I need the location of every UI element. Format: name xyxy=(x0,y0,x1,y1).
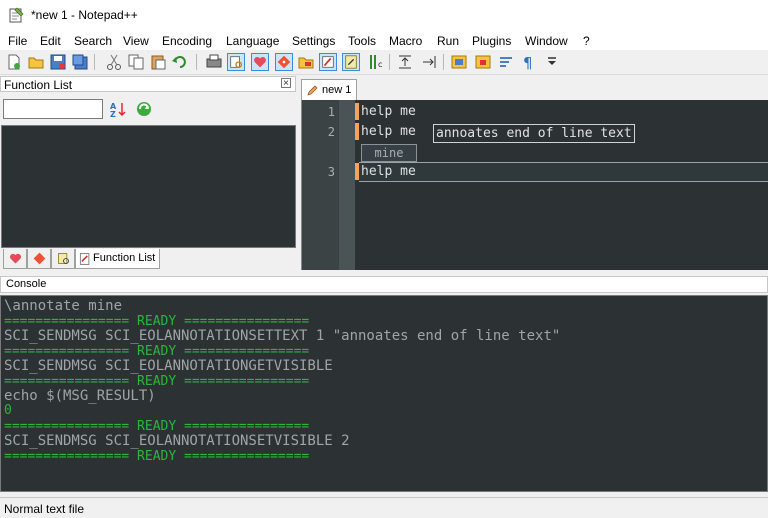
change-marker xyxy=(355,123,359,140)
close-icon[interactable]: × xyxy=(281,78,291,89)
console-line: echo $(MSG_RESULT) xyxy=(4,388,156,404)
tab-function-list-label: Function List xyxy=(93,252,156,264)
notepadpp-app-icon xyxy=(9,7,24,23)
reload-icon[interactable] xyxy=(135,100,153,118)
toolbar-separator xyxy=(94,54,95,70)
pilcrow-icon[interactable]: ¶ xyxy=(519,53,537,71)
undo-icon[interactable] xyxy=(171,53,189,71)
console-line: \annotate mine xyxy=(4,298,123,314)
function-list-search-input[interactable] xyxy=(3,99,103,119)
print-icon[interactable] xyxy=(205,53,223,71)
change-marker xyxy=(355,163,359,180)
menu-bar: File Edit Search View Encoding Language … xyxy=(0,31,768,50)
code-line[interactable]: help me xyxy=(361,104,416,119)
menu-tools[interactable]: Tools xyxy=(348,34,376,48)
editor-tab-bar: new 1 xyxy=(299,76,768,100)
console-line: SCI_SENDMSG SCI_EOLANNOTATIONSETVISIBLE … xyxy=(4,433,350,449)
console-header: Console xyxy=(0,276,768,293)
function-list-tree[interactable] xyxy=(1,125,296,248)
current-line-bottom-border xyxy=(359,181,768,182)
editor-tab-new-1[interactable]: new 1 xyxy=(301,79,357,100)
console-line: SCI_SENDMSG SCI_EOLANNOTATIONGETVISIBLE xyxy=(4,358,333,374)
menu-plugins[interactable]: Plugins xyxy=(472,34,511,48)
editor-area[interactable]: 1 help me 2 help me annoates end of line… xyxy=(301,100,768,270)
line-number: 3 xyxy=(327,165,335,179)
pencil-icon xyxy=(307,85,318,96)
menu-settings[interactable]: Settings xyxy=(292,34,335,48)
console-line: 0 xyxy=(4,403,12,418)
tab-git[interactable] xyxy=(27,249,51,269)
column-editor-icon[interactable]: c xyxy=(367,53,385,71)
folder-workspace-icon[interactable] xyxy=(297,53,315,71)
line-number: 2 xyxy=(327,125,335,139)
open-file-icon[interactable] xyxy=(27,53,45,71)
line-annotation: mine xyxy=(361,144,417,162)
svg-text:¶: ¶ xyxy=(523,54,533,71)
change-marker xyxy=(355,103,359,120)
console-title: Console xyxy=(6,278,47,290)
eol-annotation: annoates end of line text xyxy=(433,124,635,143)
chevron-down-icon[interactable] xyxy=(543,53,561,71)
code-line[interactable]: help me xyxy=(361,164,416,179)
window-title: *new 1 - Notepad++ xyxy=(31,8,138,22)
line-number: 1 xyxy=(327,105,335,119)
save-all-icon[interactable] xyxy=(71,53,89,71)
sort-icon[interactable]: AZ xyxy=(109,100,127,118)
menu-file[interactable]: File xyxy=(8,34,27,48)
function-list-toggle-icon[interactable] xyxy=(227,53,245,71)
cut-icon[interactable] xyxy=(105,53,123,71)
menu-encoding[interactable]: Encoding xyxy=(162,34,212,48)
copy-icon[interactable] xyxy=(127,53,145,71)
stop-macro-icon[interactable] xyxy=(474,53,492,71)
monitoring-icon[interactable] xyxy=(319,53,337,71)
tab-favorites[interactable] xyxy=(3,249,27,269)
status-file-type: Normal text file xyxy=(4,502,85,516)
menu-edit[interactable]: Edit xyxy=(40,34,61,48)
current-line-highlight xyxy=(359,162,768,182)
console-output[interactable]: \annotate mine ================ READY ==… xyxy=(0,295,768,492)
save-icon[interactable] xyxy=(49,53,67,71)
toolbar-separator xyxy=(389,54,390,70)
record-macro-icon[interactable] xyxy=(450,53,468,71)
toolbar-separator xyxy=(443,54,444,70)
svg-text:c: c xyxy=(378,60,382,69)
menu-run[interactable]: Run xyxy=(437,34,459,48)
menu-language[interactable]: Language xyxy=(226,34,279,48)
paste-icon[interactable] xyxy=(149,53,167,71)
heart-icon[interactable] xyxy=(251,53,269,71)
new-file-icon[interactable] xyxy=(5,53,23,71)
function-list-header: Function List × xyxy=(0,76,296,92)
toolbar-separator xyxy=(196,54,197,70)
play-macro-icon[interactable] xyxy=(497,53,515,71)
current-line-top-border xyxy=(359,162,768,163)
fold-margin xyxy=(339,100,355,270)
editor-tab-label: new 1 xyxy=(322,84,352,96)
heart-icon xyxy=(9,253,22,264)
console-line: ================ READY ================ xyxy=(4,449,310,464)
function-list-title: Function List xyxy=(4,78,73,92)
toolbar: c ¶ xyxy=(0,50,768,75)
document-map-icon[interactable] xyxy=(342,53,360,71)
function-list-panel: Function List × AZ Function List xyxy=(0,76,297,272)
tab-document-map[interactable] xyxy=(51,249,75,269)
menu-view[interactable]: View xyxy=(123,34,149,48)
document-map-icon xyxy=(58,253,69,264)
title-bar: *new 1 - Notepad++ xyxy=(0,0,768,31)
console-line: SCI_SENDMSG SCI_EOLANNOTATIONSETTEXT 1 "… xyxy=(4,328,561,344)
menu-macro[interactable]: Macro xyxy=(389,34,422,48)
git-icon xyxy=(33,252,46,265)
svg-text:Z: Z xyxy=(110,110,116,118)
indent-icon[interactable] xyxy=(396,53,414,71)
status-bar: Normal text file xyxy=(0,497,768,518)
menu-help[interactable]: ? xyxy=(583,34,590,48)
tab-function-list[interactable]: Function List xyxy=(75,249,160,269)
menu-window[interactable]: Window xyxy=(525,34,568,48)
function-list-icon xyxy=(79,253,90,265)
git-icon[interactable] xyxy=(275,53,293,71)
menu-search[interactable]: Search xyxy=(74,34,112,48)
wrap-icon[interactable] xyxy=(420,53,438,71)
code-line[interactable]: help me xyxy=(361,124,416,139)
